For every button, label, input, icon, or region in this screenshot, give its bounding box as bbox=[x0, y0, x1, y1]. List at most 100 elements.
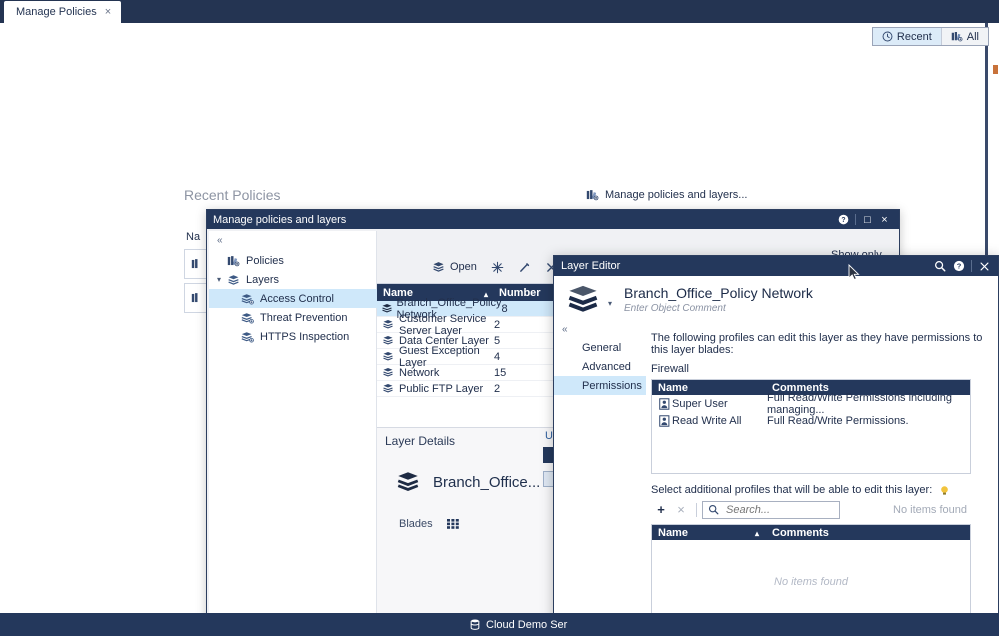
sidebar-item-label: Policies bbox=[246, 255, 284, 267]
layer-icon bbox=[377, 319, 399, 330]
maximize-icon[interactable]: □ bbox=[859, 211, 876, 228]
layer-number: 2 bbox=[494, 383, 560, 395]
permissions-table-body: Super User Full Read/Write Permissions i… bbox=[652, 395, 970, 473]
layer-details-object: Branch_Office... bbox=[377, 448, 560, 494]
new-star-icon[interactable] bbox=[484, 256, 511, 278]
add-profile-button[interactable]: + bbox=[651, 500, 671, 519]
column-header-name[interactable]: Name ▴ bbox=[652, 527, 767, 539]
policies-icon bbox=[227, 255, 240, 267]
page-right-indicator bbox=[993, 65, 998, 74]
column-header-name[interactable]: Name bbox=[652, 382, 767, 394]
help-icon[interactable]: ? bbox=[949, 257, 968, 275]
svg-text:?: ? bbox=[841, 217, 845, 224]
select-profiles-label: Select additional profiles that will be … bbox=[651, 484, 932, 496]
tab-advanced[interactable]: Advanced bbox=[554, 357, 646, 376]
toggle-all-label: All bbox=[967, 31, 979, 43]
blades-grid-icon bbox=[447, 519, 459, 529]
nav-collapse-icon[interactable]: « bbox=[562, 324, 567, 335]
layers-icon bbox=[227, 274, 240, 286]
policy-tree: Policies ▾ Layers bbox=[209, 251, 377, 346]
tab-general[interactable]: General bbox=[554, 338, 646, 357]
layer-icon bbox=[377, 383, 399, 394]
column-header-name[interactable]: Name ▴ bbox=[377, 287, 494, 299]
table-row[interactable]: Guest Exception Layer 4 bbox=[377, 349, 560, 365]
grid-header-row: Name ▴ Number bbox=[377, 284, 560, 301]
manage-window-titlebar[interactable]: Manage policies and layers ? □ × bbox=[207, 210, 899, 229]
profile-name: Super User bbox=[672, 398, 767, 410]
additional-profiles-table: Name ▴ Comments No items found bbox=[651, 524, 971, 625]
sidebar-item-policies[interactable]: Policies bbox=[209, 251, 377, 270]
layer-icon bbox=[566, 284, 600, 314]
table-row[interactable]: Customer Service Server Layer 2 bbox=[377, 317, 560, 333]
search-icon[interactable] bbox=[930, 257, 949, 275]
manage-policies-link[interactable]: Manage policies and layers... bbox=[586, 189, 747, 201]
layer-details-panel: Layer Details Branch_Office... Blades bbox=[377, 427, 561, 633]
help-icon[interactable]: ? bbox=[835, 211, 852, 228]
layer-name: Public FTP Layer bbox=[399, 383, 494, 395]
sidebar-collapse-icon[interactable]: « bbox=[217, 235, 222, 246]
nav-item-label: General bbox=[582, 342, 621, 354]
column-header-comments[interactable]: Comments bbox=[767, 527, 970, 539]
close-icon[interactable] bbox=[975, 257, 994, 275]
open-button[interactable]: Open bbox=[425, 256, 484, 278]
nav-item-label: Advanced bbox=[582, 361, 631, 373]
layer-icon bbox=[377, 367, 399, 378]
manage-policies-link-label: Manage policies and layers... bbox=[605, 189, 747, 201]
status-server-label: Cloud Demo Ser bbox=[486, 619, 567, 631]
remove-profile-button[interactable]: × bbox=[671, 500, 691, 519]
table-row[interactable]: Super User Full Read/Write Permissions i… bbox=[652, 395, 970, 412]
sidebar-item-threat-prevention[interactable]: Threat Prevention bbox=[209, 308, 377, 327]
layer-icon bbox=[241, 331, 254, 343]
info-bulb-icon[interactable] bbox=[939, 485, 950, 496]
layer-number: 15 bbox=[494, 367, 560, 379]
policies-icon bbox=[951, 31, 963, 42]
svg-text:?: ? bbox=[956, 262, 961, 271]
profiles-action-bar: + × No items found bbox=[651, 500, 971, 519]
sidebar-item-layers[interactable]: ▾ Layers bbox=[209, 270, 377, 289]
sidebar-item-https-inspection[interactable]: HTTPS Inspection bbox=[209, 327, 377, 346]
edit-pencil-icon[interactable] bbox=[511, 256, 538, 278]
profiles-search-input[interactable] bbox=[724, 503, 829, 517]
obscured-link-label[interactable]: U bbox=[545, 430, 553, 442]
layer-editor-object-name: Branch_Office_Policy Network bbox=[624, 285, 813, 301]
manage-window-title: Manage policies and layers bbox=[213, 214, 346, 226]
status-server-info[interactable]: Cloud Demo Ser bbox=[470, 619, 567, 631]
layer-icon bbox=[241, 312, 254, 324]
search-icon bbox=[708, 504, 719, 515]
column-header-name-label: Name bbox=[383, 287, 413, 299]
status-bar: Cloud Demo Ser bbox=[0, 613, 999, 636]
table-row[interactable]: Public FTP Layer 2 bbox=[377, 381, 560, 397]
layer-editor-title: Layer Editor bbox=[561, 260, 620, 272]
toggle-recent[interactable]: Recent bbox=[873, 28, 942, 45]
sidebar-item-label: Threat Prevention bbox=[260, 312, 347, 324]
tab-label: Manage Policies bbox=[16, 6, 97, 18]
profiles-search-box[interactable] bbox=[702, 501, 840, 519]
table-row[interactable]: Read Write All Full Read/Write Permissio… bbox=[652, 412, 970, 429]
profile-name: Read Write All bbox=[672, 415, 767, 427]
layer-editor-titlebar[interactable]: Layer Editor ? bbox=[554, 256, 998, 276]
column-header-number[interactable]: Number bbox=[494, 287, 560, 299]
layer-details-title: Layer Details bbox=[377, 428, 560, 448]
object-comment-placeholder[interactable]: Enter Object Comment bbox=[624, 303, 813, 314]
layer-editor-object-header: ▾ Branch_Office_Policy Network Enter Obj… bbox=[554, 276, 998, 322]
toggle-recent-label: Recent bbox=[897, 31, 932, 43]
layer-number: 5 bbox=[494, 335, 560, 347]
new-tab-button[interactable]: + bbox=[88, 2, 110, 22]
profile-icon bbox=[652, 415, 672, 427]
close-icon[interactable]: × bbox=[876, 211, 893, 228]
toggle-all[interactable]: All bbox=[942, 28, 988, 45]
chevron-down-icon[interactable]: ▾ bbox=[608, 299, 612, 308]
tab-permissions[interactable]: Permissions bbox=[554, 376, 646, 395]
sidebar-item-access-control[interactable]: Access Control bbox=[209, 289, 377, 308]
layer-number: 8 bbox=[501, 303, 560, 315]
empty-state-message: No items found bbox=[652, 540, 970, 624]
table-row[interactable]: Network 15 bbox=[377, 365, 560, 381]
manage-window-sidebar: « Policies ▾ bbox=[209, 231, 377, 631]
permissions-description: The following profiles can edit this lay… bbox=[651, 332, 988, 356]
app-root: Manage Policies × + Recent All Recent Po… bbox=[0, 0, 999, 636]
chevron-down-icon[interactable]: ▾ bbox=[217, 275, 226, 284]
no-items-found-indicator: No items found bbox=[840, 504, 971, 516]
sidebar-item-label: HTTPS Inspection bbox=[260, 331, 349, 343]
layer-editor-window: Layer Editor ? ▾ Branch_O bbox=[553, 255, 999, 636]
layer-icon bbox=[377, 335, 399, 346]
